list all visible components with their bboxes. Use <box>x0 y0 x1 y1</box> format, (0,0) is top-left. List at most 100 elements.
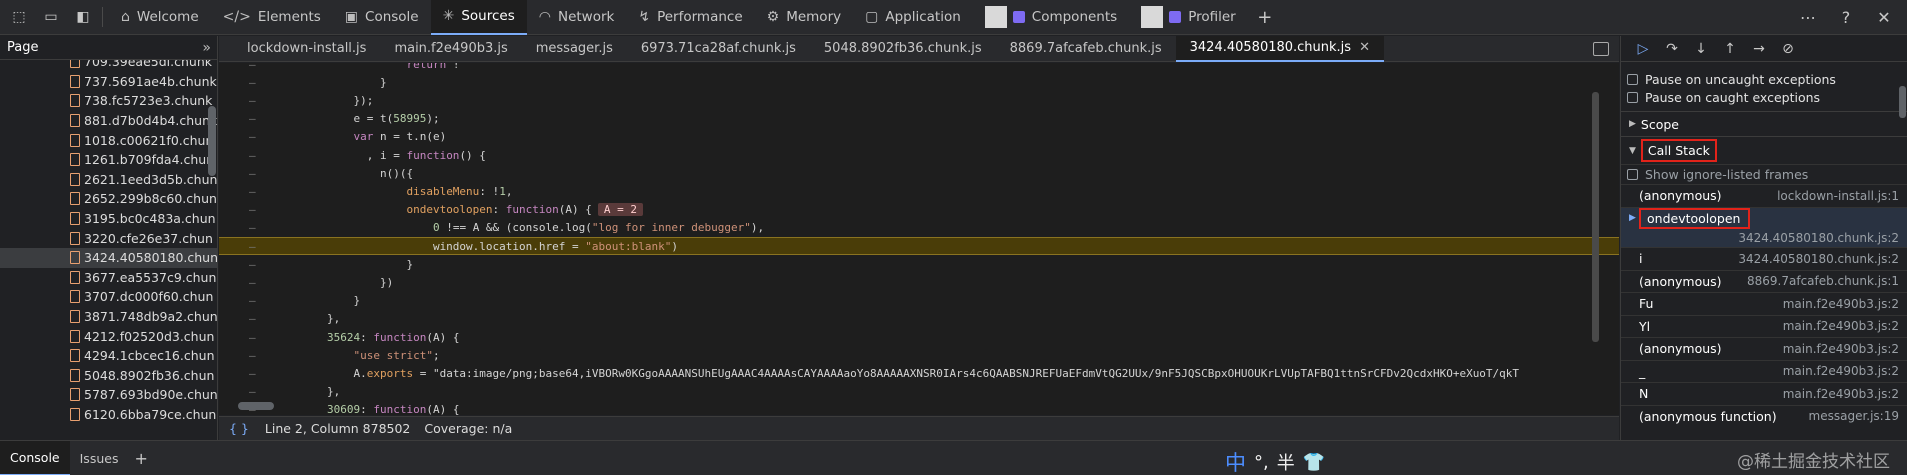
frame-location[interactable]: 3424.40580180.chunk.js:2 <box>1738 252 1899 266</box>
call-frame[interactable]: 3424.40580180.chunk.js:2 <box>1621 229 1907 247</box>
file-item[interactable]: 4212.f02520d3.chun <box>0 326 217 346</box>
file-item[interactable]: 709.39eae5dl.chunk <box>0 60 217 72</box>
step-out-icon[interactable]: ↑ <box>1720 41 1740 57</box>
pause-uncaught-checkbox[interactable]: Pause on uncaught exceptions <box>1621 70 1907 88</box>
toggle-sidebar-icon[interactable]: ◧ <box>70 4 96 30</box>
pause-caught-checkbox[interactable]: Pause on caught exceptions <box>1621 88 1907 106</box>
editor-tab[interactable]: 6973.71ca28af.chunk.js <box>627 36 810 62</box>
drawer-tab-console[interactable]: Console <box>0 440 70 475</box>
line-gutter-marker[interactable]: – <box>249 63 256 71</box>
step-into-icon[interactable]: ↓ <box>1691 41 1711 57</box>
line-gutter-marker[interactable]: – <box>249 76 256 89</box>
editor-tab[interactable]: 5048.8902fb36.chunk.js <box>810 36 996 62</box>
frame-location[interactable]: main.f2e490b3.js:2 <box>1783 297 1899 311</box>
file-item[interactable]: 2652.299b8c60.chun <box>0 189 217 209</box>
call-frame[interactable]: (anonymous) 8869.7afcafeb.chunk.js:1 <box>1621 269 1907 293</box>
editor-tab[interactable]: messager.js <box>522 36 627 62</box>
close-tab-icon[interactable]: ✕ <box>1359 40 1370 55</box>
file-item[interactable]: 2621.1eed3d5b.chun <box>0 170 217 190</box>
file-item[interactable]: 1261.b709fda4.chun <box>0 150 217 170</box>
toggle-debugger-icon[interactable] <box>1593 41 1609 56</box>
tab-console[interactable]: ▣ Console <box>333 0 431 35</box>
file-item[interactable]: 3220.cfe26e37.chun <box>0 228 217 248</box>
file-item[interactable]: 738.fc5723e3.chunk <box>0 91 217 111</box>
tab-elements[interactable]: </> Elements <box>211 0 333 35</box>
file-item[interactable]: 737.5691ae4b.chunk <box>0 72 217 92</box>
editor-tab[interactable]: lockdown-install.js <box>233 36 380 62</box>
call-frame[interactable]: Nmain.f2e490b3.js:2 <box>1621 382 1907 405</box>
line-gutter-marker[interactable]: – <box>249 240 256 253</box>
frame-location[interactable]: main.f2e490b3.js:2 <box>1783 342 1899 356</box>
resume-icon[interactable]: ▷ <box>1633 41 1653 57</box>
device-emulation-icon[interactable]: ▭ <box>38 4 64 30</box>
checkbox[interactable] <box>1627 73 1638 85</box>
line-gutter-marker[interactable]: – <box>249 385 256 398</box>
line-gutter-marker[interactable]: – <box>249 349 256 362</box>
line-gutter-marker[interactable]: – <box>249 331 256 344</box>
tab-welcome[interactable]: ⌂ Welcome <box>109 0 211 35</box>
file-item[interactable]: 881.d7b0d4b4.chunk <box>0 111 217 131</box>
file-item[interactable]: 5787.693bd90e.chun <box>0 385 217 405</box>
line-gutter-marker[interactable]: – <box>249 258 256 271</box>
line-gutter-marker[interactable]: – <box>249 130 256 143</box>
more-options-icon[interactable]: ⋯ <box>1795 4 1821 30</box>
call-frame[interactable]: _ main.f2e490b3.js:2 <box>1621 359 1907 383</box>
file-item[interactable]: 4294.1cbcec16.chun <box>0 346 217 366</box>
debugger-scrollbar[interactable] <box>1899 86 1906 118</box>
tab-profiler[interactable]: Profiler <box>1129 0 1248 35</box>
call-frame[interactable]: (anonymous function) messager.js:19 <box>1621 404 1907 428</box>
drawer-tab-issues[interactable]: Issues <box>70 441 129 475</box>
frame-location[interactable]: 3424.40580180.chunk.js:2 <box>1738 231 1899 245</box>
line-gutter-marker[interactable]: – <box>249 112 256 125</box>
more-icon[interactable]: » <box>202 40 211 56</box>
frame-location[interactable]: main.f2e490b3.js:2 <box>1783 364 1899 378</box>
line-gutter-marker[interactable]: – <box>249 203 256 216</box>
file-item[interactable]: 3677.ea5537c9.chun <box>0 268 217 288</box>
tab-performance[interactable]: ↯ Performance <box>626 0 754 35</box>
frame-location[interactable]: 8869.7afcafeb.chunk.js:1 <box>1747 274 1899 288</box>
call-frame[interactable]: ▶ ondevtoolopen <box>1621 206 1907 229</box>
checkbox[interactable] <box>1627 169 1638 180</box>
editor-tab[interactable]: 8869.7afcafeb.chunk.js <box>996 36 1176 62</box>
call-frame[interactable]: i 3424.40580180.chunk.js:2 <box>1621 247 1907 270</box>
call-frame[interactable]: (anonymous) lockdown-install.js:1 <box>1621 184 1907 207</box>
help-icon[interactable]: ? <box>1833 4 1859 30</box>
line-gutter-marker[interactable]: – <box>249 294 256 307</box>
tab-sources[interactable]: ✳ Sources <box>430 0 527 35</box>
tab-memory[interactable]: ⚙ Memory <box>755 0 853 35</box>
line-gutter-marker[interactable]: – <box>249 312 256 325</box>
navigator-tab-page[interactable]: Page <box>7 40 38 55</box>
tab-components[interactable]: Components <box>973 0 1129 35</box>
add-tool-icon[interactable]: + <box>1252 4 1278 30</box>
navigator-scrollbar[interactable] <box>208 106 216 176</box>
pretty-print-button[interactable]: { } <box>229 421 249 436</box>
scrollbar-thumb[interactable] <box>238 402 274 410</box>
code-editor[interactable]: – return ! – } – }); – e = t(58995); – var n… <box>219 63 1619 415</box>
file-item[interactable]: 6120.6bba79ce.chun <box>0 405 217 425</box>
tab-application[interactable]: ▢ Application <box>853 0 973 35</box>
call-stack-section-header[interactable]: ▼ Call Stack <box>1621 136 1907 164</box>
line-gutter-marker[interactable]: – <box>249 185 256 198</box>
frame-location[interactable]: main.f2e490b3.js:2 <box>1783 319 1899 333</box>
editor-tab[interactable]: 3424.40580180.chunk.js ✕ <box>1175 35 1384 62</box>
call-frame[interactable]: Yl main.f2e490b3.js:2 <box>1621 314 1907 338</box>
call-frame[interactable]: Fu main.f2e490b3.js:2 <box>1621 292 1907 315</box>
file-item[interactable]: 3424.40580180.chun <box>0 247 217 268</box>
line-gutter-marker[interactable]: – <box>249 276 256 289</box>
editor-vertical-scrollbar[interactable] <box>1592 92 1599 342</box>
file-item[interactable]: 3195.bc0c483a.chun <box>0 209 217 229</box>
line-gutter-marker[interactable]: – <box>249 94 256 107</box>
tab-network[interactable]: ◠ Network <box>527 0 627 35</box>
line-gutter-marker[interactable]: – <box>249 367 256 380</box>
frame-location[interactable]: messager.js:19 <box>1809 409 1899 423</box>
inspect-element-icon[interactable]: ⬚ <box>6 4 32 30</box>
step-over-icon[interactable]: ↷ <box>1662 41 1682 57</box>
file-item[interactable]: 1018.c00621f0.chun <box>0 130 217 150</box>
frame-location[interactable]: lockdown-install.js:1 <box>1777 189 1899 203</box>
add-drawer-tab-icon[interactable]: + <box>134 449 147 468</box>
frame-location[interactable]: main.f2e490b3.js:2 <box>1783 387 1899 401</box>
file-item[interactable]: 3707.dc000f60.chun <box>0 287 217 307</box>
step-icon[interactable]: → <box>1749 41 1769 57</box>
close-icon[interactable]: ✕ <box>1871 4 1897 30</box>
show-ignore-listed-checkbox[interactable]: Show ignore-listed frames <box>1621 164 1907 184</box>
